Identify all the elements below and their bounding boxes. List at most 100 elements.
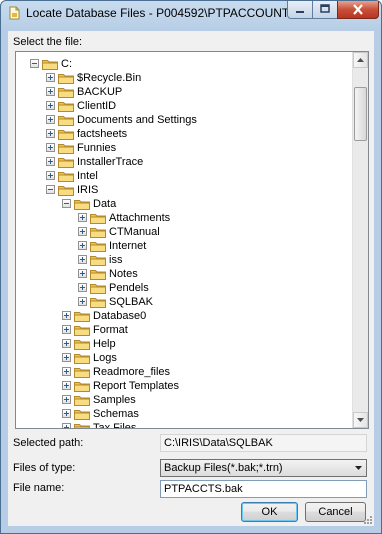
tree-item[interactable]: Notes	[16, 267, 346, 281]
folder-icon	[90, 268, 106, 280]
resize-grip-icon[interactable]	[362, 514, 372, 524]
tree-item[interactable]: Pendels	[16, 281, 346, 295]
folder-icon	[58, 114, 74, 126]
tree-item-label: Help	[93, 338, 116, 350]
tree-item[interactable]: Database0	[16, 309, 346, 323]
expand-icon[interactable]	[62, 311, 71, 320]
expand-icon[interactable]	[62, 395, 71, 404]
tree-item[interactable]: iss	[16, 253, 346, 267]
expand-icon[interactable]	[78, 255, 87, 264]
folder-icon	[74, 422, 90, 428]
tree-item[interactable]: Tax Files	[16, 421, 346, 429]
folder-icon	[58, 142, 74, 154]
arrow-up-icon	[357, 58, 364, 62]
title-bar[interactable]: Locate Database Files - P004592\PTPACCOU…	[1, 1, 381, 27]
selected-path-field: C:\IRIS\Data\SQLBAK	[160, 434, 367, 452]
expand-icon[interactable]	[62, 381, 71, 390]
expand-icon[interactable]	[62, 325, 71, 334]
scroll-down-button[interactable]	[353, 412, 368, 428]
folder-icon	[90, 212, 106, 224]
tree-item[interactable]: ClientID	[16, 99, 346, 113]
files-of-type-dropdown[interactable]: Backup Files(*.bak;*.trn)	[160, 459, 367, 477]
tree-item-label: Schemas	[93, 408, 139, 420]
folder-icon	[74, 324, 90, 336]
tree-item-label: BACKUP	[77, 86, 123, 98]
tree-item[interactable]: $Recycle.Bin	[16, 71, 346, 85]
expand-icon[interactable]	[78, 241, 87, 250]
expand-icon[interactable]	[46, 87, 55, 96]
scroll-up-button[interactable]	[353, 52, 368, 68]
expand-icon[interactable]	[46, 115, 55, 124]
tree-item[interactable]: C:	[16, 57, 346, 71]
collapse-icon[interactable]	[30, 59, 39, 68]
folder-icon	[74, 310, 90, 322]
expand-icon[interactable]	[46, 73, 55, 82]
expand-icon[interactable]	[62, 409, 71, 418]
tree-item[interactable]: Format	[16, 323, 346, 337]
tree-item-label: Tax Files	[93, 422, 137, 429]
folder-icon	[74, 366, 90, 378]
tree-item[interactable]: SQLBAK	[16, 295, 346, 309]
window-title: Locate Database Files - P004592\PTPACCOU…	[26, 6, 298, 20]
tree-item[interactable]: Funnies	[16, 141, 346, 155]
expand-icon[interactable]	[62, 339, 71, 348]
expand-icon[interactable]	[46, 157, 55, 166]
folder-icon	[90, 254, 106, 266]
expand-icon[interactable]	[78, 283, 87, 292]
folder-icon	[58, 128, 74, 140]
tree-item-label: IRIS	[77, 184, 99, 196]
expand-icon[interactable]	[62, 367, 71, 376]
expand-icon[interactable]	[46, 171, 55, 180]
tree-item[interactable]: BACKUP	[16, 85, 346, 99]
tree-item[interactable]: factsheets	[16, 127, 346, 141]
tree-item[interactable]: Help	[16, 337, 346, 351]
minimize-button[interactable]	[287, 1, 313, 19]
collapse-icon[interactable]	[62, 199, 71, 208]
expand-icon[interactable]	[46, 101, 55, 110]
folder-icon	[58, 184, 74, 196]
ok-button[interactable]: OK	[241, 502, 298, 522]
expand-icon[interactable]	[46, 143, 55, 152]
expand-icon[interactable]	[78, 297, 87, 306]
tree-item[interactable]: InstallerTrace	[16, 155, 346, 169]
collapse-icon[interactable]	[46, 185, 55, 194]
tree-item-label: iss	[109, 254, 123, 266]
tree-item-label: C:	[61, 58, 72, 70]
tree-item[interactable]: Logs	[16, 351, 346, 365]
tree-item-label: CTManual	[109, 226, 160, 238]
expand-icon[interactable]	[78, 227, 87, 236]
cancel-button[interactable]: Cancel	[305, 502, 366, 522]
tree-item-label: Documents and Settings	[77, 114, 197, 126]
expand-icon[interactable]	[78, 213, 87, 222]
expand-icon[interactable]	[62, 353, 71, 362]
folder-icon	[58, 72, 74, 84]
expand-icon[interactable]	[46, 129, 55, 138]
tree-item[interactable]: Documents and Settings	[16, 113, 346, 127]
tree-item[interactable]: Samples	[16, 393, 346, 407]
tree-item[interactable]: Readmore_files	[16, 365, 346, 379]
expand-icon[interactable]	[78, 269, 87, 278]
folder-icon	[90, 296, 106, 308]
tree-item-label: Funnies	[77, 142, 117, 154]
folder-icon	[74, 408, 90, 420]
close-button[interactable]	[337, 1, 379, 19]
folder-tree[interactable]: C: $Recycle.Bin BACKUP ClientID Documents an…	[15, 51, 369, 429]
arrow-down-icon	[357, 418, 364, 422]
tree-item[interactable]: CTManual	[16, 225, 346, 239]
dialog-body: Select the file: C: $Recycle.Bin BACKUP Cli…	[8, 31, 374, 526]
tree-item[interactable]: Schemas	[16, 407, 346, 421]
tree-item-label: Logs	[93, 352, 117, 364]
folder-icon	[58, 170, 74, 182]
tree-item[interactable]: IRIS	[16, 183, 346, 197]
tree-vertical-scrollbar[interactable]	[352, 52, 368, 428]
maximize-button[interactable]	[312, 1, 338, 19]
tree-item[interactable]: Internet	[16, 239, 346, 253]
tree-item[interactable]: Report Templates	[16, 379, 346, 393]
tree-item[interactable]: Attachments	[16, 211, 346, 225]
close-icon	[353, 4, 363, 15]
tree-item[interactable]: Data	[16, 197, 346, 211]
tree-item[interactable]: Intel	[16, 169, 346, 183]
file-name-input[interactable]: PTPACCTS.bak	[160, 480, 367, 498]
expand-icon[interactable]	[62, 423, 71, 428]
scroll-thumb[interactable]	[354, 87, 367, 141]
